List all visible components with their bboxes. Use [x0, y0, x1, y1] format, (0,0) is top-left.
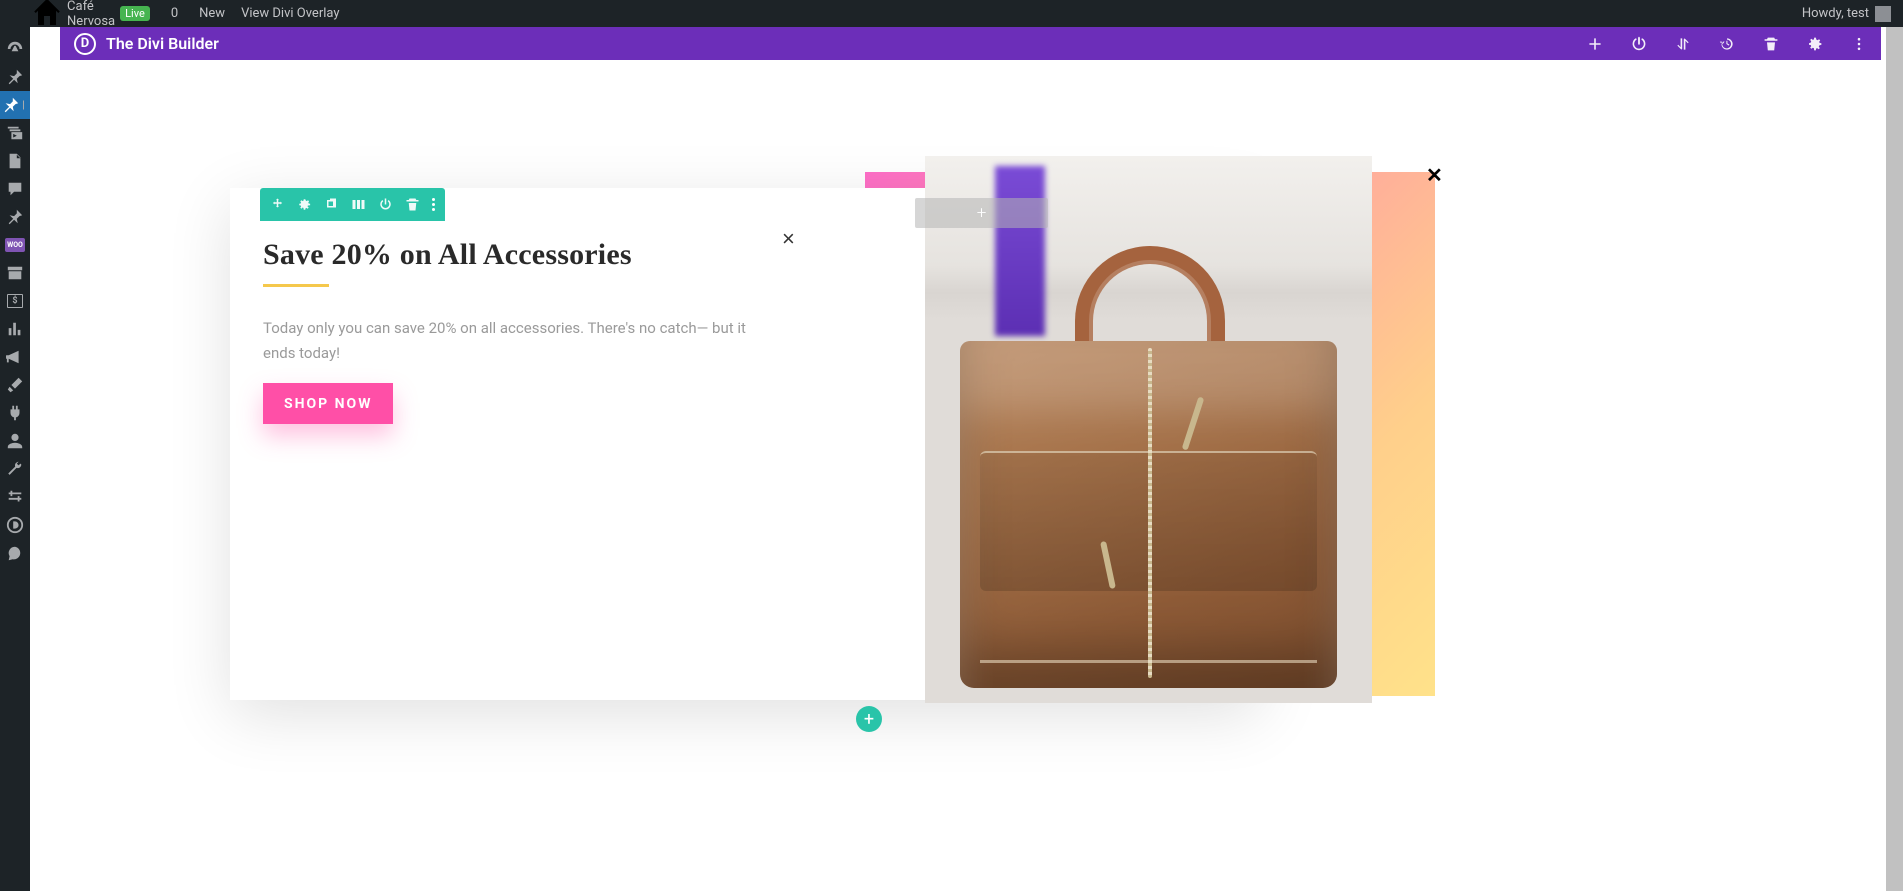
power-icon[interactable] [378, 197, 393, 212]
site-name-label: Café Nervosa [67, 0, 115, 29]
menu-users[interactable] [0, 427, 30, 455]
menu-divi[interactable] [0, 511, 30, 539]
sliders-icon [6, 488, 24, 506]
speech-icon [6, 544, 24, 562]
popup-body-text: Today only you can save 20% on all acces… [263, 316, 763, 366]
swap-icon[interactable] [1675, 36, 1691, 52]
menu-marketing[interactable] [0, 343, 30, 371]
page-area: ✕ × Save 20% on All Accessories Today on… [60, 60, 1881, 891]
plus-icon: + [977, 203, 987, 223]
divi-logo-icon: D [74, 33, 96, 55]
account-menu[interactable]: Howdy, test [1802, 6, 1895, 22]
menu-settings[interactable] [0, 483, 30, 511]
divi-builder-bar: D The Divi Builder [60, 27, 1881, 60]
live-badge: Live [120, 6, 150, 21]
media-icon [6, 124, 24, 142]
new-content-menu[interactable]: New [186, 0, 233, 27]
menu-plugins[interactable] [0, 399, 30, 427]
woo-icon: WOO [5, 238, 25, 252]
more-vert-icon[interactable] [432, 198, 435, 211]
menu-dashboard[interactable] [0, 35, 30, 63]
bars-icon [6, 320, 24, 338]
menu-comments[interactable] [0, 175, 30, 203]
divi-d-icon [6, 516, 24, 534]
pin-icon [6, 208, 24, 226]
popup-heading: Save 20% on All Accessories [263, 238, 632, 272]
menu-pages[interactable] [0, 147, 30, 175]
gear-icon[interactable] [297, 197, 312, 212]
popup-section: ✕ × Save 20% on All Accessories Today on… [230, 172, 1430, 702]
move-icon[interactable] [270, 197, 285, 212]
add-module-button[interactable]: + [915, 198, 1048, 228]
add-section-button[interactable]: + [856, 706, 882, 732]
divi-bar-title: The Divi Builder [106, 34, 219, 53]
trash-icon[interactable] [405, 197, 420, 212]
wp-admin-bar: Café Nervosa Live 0 New View Divi Overla… [0, 0, 1903, 27]
menu-analytics[interactable] [0, 315, 30, 343]
menu-pin-1[interactable] [0, 63, 30, 91]
popup-close-icon[interactable]: × [782, 226, 795, 252]
menu-appearance[interactable] [0, 371, 30, 399]
pin-icon [2, 96, 20, 114]
comment-icon [6, 180, 24, 198]
plus-icon: + [864, 709, 874, 730]
heading-divider [263, 284, 329, 287]
view-overlay-label: View Divi Overlay [241, 6, 339, 21]
menu-payments[interactable]: $ [0, 287, 30, 315]
site-name-menu[interactable]: Café Nervosa Live [24, 0, 158, 27]
more-vert-icon[interactable] [1851, 36, 1867, 52]
menu-woocommerce[interactable]: WOO [0, 231, 30, 259]
product-image [925, 156, 1372, 703]
menu-pin-2[interactable] [0, 203, 30, 231]
menu-collapse[interactable] [0, 539, 30, 567]
brush-icon [6, 376, 24, 394]
row-toolbar [260, 188, 445, 221]
duplicate-icon[interactable] [324, 197, 339, 212]
menu-products[interactable] [0, 259, 30, 287]
greeting-label: Howdy, test [1802, 6, 1869, 21]
builder-canvas: D The Divi Builder [30, 27, 1903, 891]
wp-side-menu: WOO $ [0, 27, 30, 891]
history-icon[interactable] [1719, 36, 1735, 52]
power-icon[interactable] [1631, 36, 1647, 52]
menu-tools[interactable] [0, 455, 30, 483]
comments-menu[interactable]: 0 [158, 0, 186, 27]
trash-icon[interactable] [1763, 36, 1779, 52]
add-icon[interactable] [1587, 36, 1603, 52]
user-icon [6, 432, 24, 450]
scrollbar[interactable] [1886, 27, 1903, 891]
dollar-box-icon: $ [7, 294, 23, 308]
menu-media[interactable] [0, 119, 30, 147]
shop-now-button[interactable]: Shop Now [263, 383, 393, 424]
columns-icon[interactable] [351, 197, 366, 212]
dashboard-icon [6, 40, 24, 58]
home-icon [32, 0, 62, 29]
wp-logo-menu[interactable] [8, 0, 24, 27]
pin-icon [6, 68, 24, 86]
wrench-icon [6, 460, 24, 478]
archive-icon [6, 264, 24, 282]
gear-icon[interactable] [1807, 36, 1823, 52]
avatar [1875, 6, 1891, 22]
megaphone-icon [6, 348, 24, 366]
view-divi-overlay-menu[interactable]: View Divi Overlay [233, 0, 347, 27]
new-label: New [199, 6, 225, 21]
popup-outer-close-icon[interactable]: ✕ [1426, 163, 1443, 187]
plug-icon [6, 404, 24, 422]
menu-pin-active[interactable] [0, 91, 30, 119]
comments-count: 0 [171, 6, 178, 21]
page-icon [6, 152, 24, 170]
